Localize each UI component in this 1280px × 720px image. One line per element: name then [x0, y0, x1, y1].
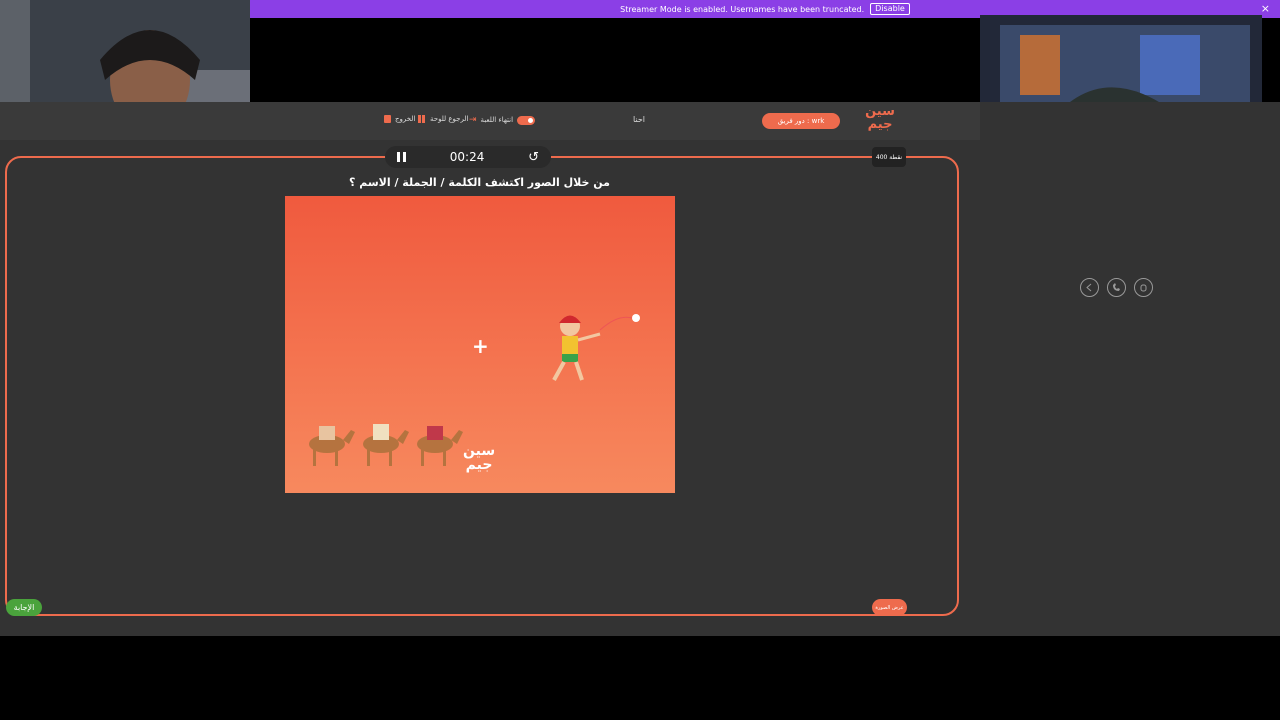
board-button[interactable]: الرجوع للوحة — [418, 115, 468, 123]
end-game-button[interactable]: ⇥ انتهاء اللعبة — [469, 115, 536, 125]
hand-icon[interactable] — [1134, 278, 1153, 297]
game-header: الخروج الرجوع للوحة ⇥ انتهاء اللعبة احنا… — [0, 102, 980, 140]
close-icon[interactable]: × — [1261, 2, 1270, 15]
puzzle-logo-line-2: جيم — [465, 457, 493, 473]
answer-button[interactable]: الإجابة — [6, 599, 42, 616]
timer-bar: 00:24 ↺ — [385, 146, 551, 168]
game-app: الخروج الرجوع للوحة ⇥ انتهاء اللعبة احنا… — [0, 102, 1280, 636]
pause-icon[interactable] — [397, 152, 406, 162]
timer-value: 00:24 — [449, 150, 485, 164]
camels-illustration — [309, 424, 463, 466]
banner-message: Streamer Mode is enabled. Usernames have… — [620, 4, 865, 14]
app-logo: سين جيم — [863, 105, 897, 131]
end-game-toggle[interactable] — [517, 115, 536, 125]
puzzle-logo-line-1: سين — [463, 443, 496, 459]
boy-throwing-illustration — [552, 314, 640, 381]
question-text: من خلال الصور اكتشف الكلمة / الجملة / ال… — [349, 176, 610, 189]
grid-icon — [418, 115, 426, 123]
team-turn-pill: دور فريق : wrk — [762, 113, 840, 129]
player-name: احنا — [633, 115, 646, 124]
reset-timer-icon[interactable]: ↺ — [528, 150, 539, 165]
logo-line-2: جيم — [867, 117, 893, 132]
puzzle-image: + سين جيم — [285, 196, 675, 493]
show-image-button[interactable]: عرض الصورة — [872, 599, 907, 616]
disable-button[interactable]: Disable — [870, 3, 910, 15]
call-controls — [1080, 278, 1153, 297]
exit-arrow-icon: ⇥ — [469, 115, 477, 125]
plus-sign: + — [472, 334, 489, 358]
points-badge: 400 نقطة — [872, 147, 906, 167]
exit-label: الخروج — [395, 115, 416, 123]
leave-icon[interactable] — [1080, 278, 1099, 297]
end-game-label: انتهاء اللعبة — [480, 116, 514, 124]
exit-icon — [384, 115, 391, 123]
board-label: الرجوع للوحة — [430, 115, 469, 123]
puzzle-watermark-logo: سين جيم — [463, 444, 495, 472]
phone-icon[interactable] — [1107, 278, 1126, 297]
exit-button[interactable]: الخروج — [384, 115, 415, 123]
